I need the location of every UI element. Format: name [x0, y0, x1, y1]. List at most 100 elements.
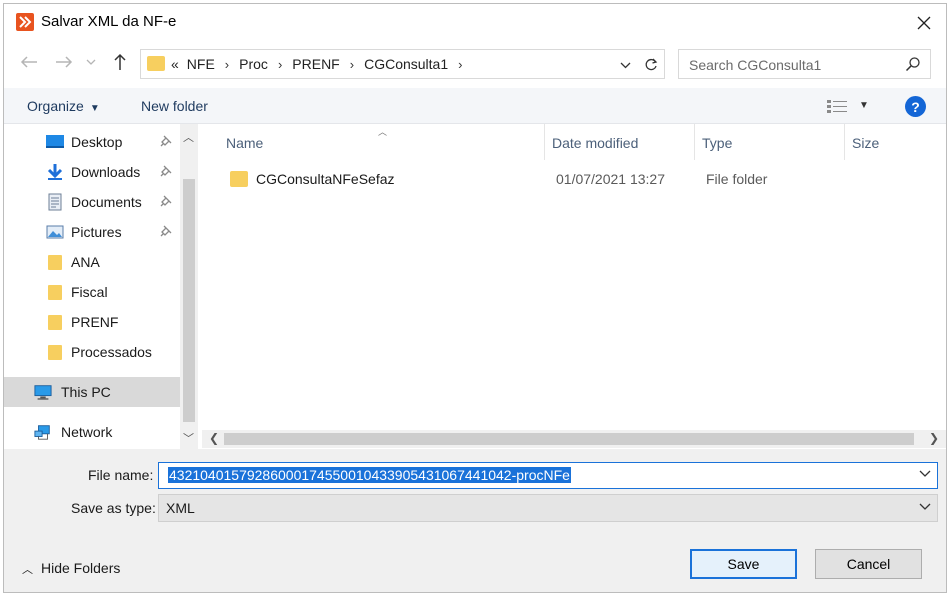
save-button[interactable]: Save [690, 549, 797, 579]
column-divider[interactable] [694, 124, 695, 160]
chevron-right-icon[interactable]: › [350, 57, 354, 72]
back-button[interactable] [17, 50, 41, 74]
nav-item-ana[interactable]: ANA [4, 247, 180, 277]
file-type: File folder [706, 171, 768, 187]
forward-button[interactable] [52, 50, 76, 74]
column-type[interactable]: Type [702, 135, 732, 151]
file-name-label: File name: [88, 467, 154, 483]
nav-item-fiscal[interactable]: Fiscal [4, 277, 180, 307]
save-as-type-select[interactable]: XML [158, 494, 938, 522]
nav-item-pictures[interactable]: Pictures [4, 217, 180, 247]
chevron-down-icon[interactable] [919, 470, 931, 478]
search-box[interactable]: Search CGConsulta1 [678, 49, 931, 79]
scroll-thumb[interactable] [224, 433, 914, 445]
nav-item-prenf[interactable]: PRENF [4, 307, 180, 337]
hide-folders-label: Hide Folders [41, 560, 121, 576]
pin-icon[interactable] [160, 165, 172, 177]
nav-label: Pictures [71, 224, 122, 240]
chevron-right-icon[interactable]: › [458, 57, 462, 72]
column-date-modified[interactable]: Date modified [552, 135, 638, 151]
up-button[interactable] [108, 50, 132, 74]
dialog-title: Salvar XML da NF-e [41, 13, 177, 30]
scroll-thumb[interactable] [183, 179, 195, 422]
nav-label: This PC [61, 384, 111, 400]
search-icon[interactable] [905, 56, 921, 72]
address-bar[interactable]: « NFE › Proc › PRENF › CGConsulta1 › [140, 49, 665, 79]
pictures-icon [46, 225, 64, 239]
refresh-icon [645, 58, 658, 71]
save-as-type-label: Save as type: [71, 500, 156, 516]
file-name-value[interactable]: 4321040157928600017455001043390543106744… [168, 467, 571, 483]
desktop-icon [46, 135, 64, 148]
chevron-up-icon: ︿ [22, 564, 33, 576]
folder-icon [230, 171, 248, 187]
nav-item-documents[interactable]: Documents [4, 187, 180, 217]
chevron-down-icon [86, 59, 96, 65]
nav-label: Desktop [71, 134, 123, 150]
nav-item-processados[interactable]: Processados [4, 337, 180, 367]
scroll-up-icon[interactable]: ︿ [183, 129, 194, 145]
address-dropdown-button[interactable] [615, 56, 635, 74]
folder-icon [48, 255, 62, 270]
cancel-button[interactable]: Cancel [815, 549, 922, 579]
column-name[interactable]: Name [226, 135, 263, 151]
file-list: ︿ Name Date modified Type Size CGConsult… [202, 124, 946, 449]
nav-label: PRENF [71, 314, 119, 330]
chevron-right-icon[interactable]: › [225, 57, 229, 72]
save-form: File name: 43210401579286000174550010433… [4, 449, 946, 592]
breadcrumb-proc[interactable]: Proc [239, 56, 268, 72]
nav-item-this-pc[interactable]: This PC [4, 377, 180, 407]
nav-item-downloads[interactable]: Downloads [4, 157, 180, 187]
title-bar: Salvar XML da NF-e [4, 4, 946, 42]
nav-item-network[interactable]: Network [4, 417, 180, 447]
horizontal-scrollbar[interactable]: ❮ ❯ [202, 430, 946, 448]
breadcrumb-overflow[interactable]: « [171, 56, 179, 72]
pin-icon[interactable] [160, 195, 172, 207]
arrow-right-icon [56, 56, 73, 68]
nav-scrollbar[interactable]: ︿ ﹀ [180, 124, 198, 449]
nav-item-desktop[interactable]: Desktop [4, 127, 180, 157]
file-name: CGConsultaNFeSefaz [256, 171, 395, 187]
organize-label: Organize [27, 98, 84, 114]
column-divider[interactable] [844, 124, 845, 160]
close-icon [917, 16, 931, 30]
network-icon [34, 425, 50, 440]
scroll-left-icon[interactable]: ❮ [209, 431, 219, 445]
close-button[interactable] [904, 6, 944, 40]
chevron-down-icon [620, 62, 630, 68]
nav-label: Fiscal [71, 284, 108, 300]
new-folder-button[interactable]: New folder [141, 98, 208, 114]
help-button[interactable]: ? [905, 96, 926, 117]
arrow-left-icon [20, 56, 37, 68]
view-dropdown-icon[interactable]: ▼ [859, 100, 869, 111]
breadcrumb-cgconsulta1[interactable]: CGConsulta1 [364, 56, 448, 72]
pin-icon[interactable] [160, 135, 172, 147]
chevron-right-icon[interactable]: › [278, 57, 282, 72]
breadcrumb: « NFE › Proc › PRENF › CGConsulta1 › [171, 56, 472, 72]
sort-ascending-icon: ︿ [378, 127, 388, 137]
column-size[interactable]: Size [852, 135, 879, 151]
column-divider[interactable] [544, 124, 545, 160]
arrow-up-icon [114, 53, 126, 70]
refresh-button[interactable] [641, 55, 661, 75]
scroll-right-icon[interactable]: ❯ [929, 431, 939, 445]
nav-label: Processados [71, 344, 152, 360]
search-placeholder[interactable]: Search CGConsulta1 [689, 57, 821, 73]
hide-folders-button[interactable]: ︿ Hide Folders [22, 560, 120, 577]
command-bar: Organize ▼ New folder ▼ ? [4, 88, 946, 124]
organize-button[interactable]: Organize ▼ [27, 98, 100, 114]
nav-label: Documents [71, 194, 142, 210]
file-date-modified: 01/07/2021 13:27 [556, 171, 665, 187]
recent-locations-button[interactable] [83, 50, 99, 74]
breadcrumb-prenf[interactable]: PRENF [292, 56, 339, 72]
pin-icon[interactable] [160, 225, 172, 237]
view-options-icon[interactable] [826, 98, 848, 114]
chevron-down-icon[interactable] [919, 503, 931, 511]
scroll-down-icon[interactable]: ﹀ [183, 430, 194, 446]
breadcrumb-nfe[interactable]: NFE [187, 56, 215, 72]
save-dialog: Salvar XML da NF-e « NFE › Proc › PRENF … [3, 3, 947, 593]
save-as-type-value: XML [166, 500, 195, 516]
file-row[interactable]: CGConsultaNFeSefaz 01/07/2021 13:27 File… [224, 166, 944, 192]
folder-icon [48, 345, 62, 360]
file-name-input[interactable]: 4321040157928600017455001043390543106744… [158, 462, 938, 489]
